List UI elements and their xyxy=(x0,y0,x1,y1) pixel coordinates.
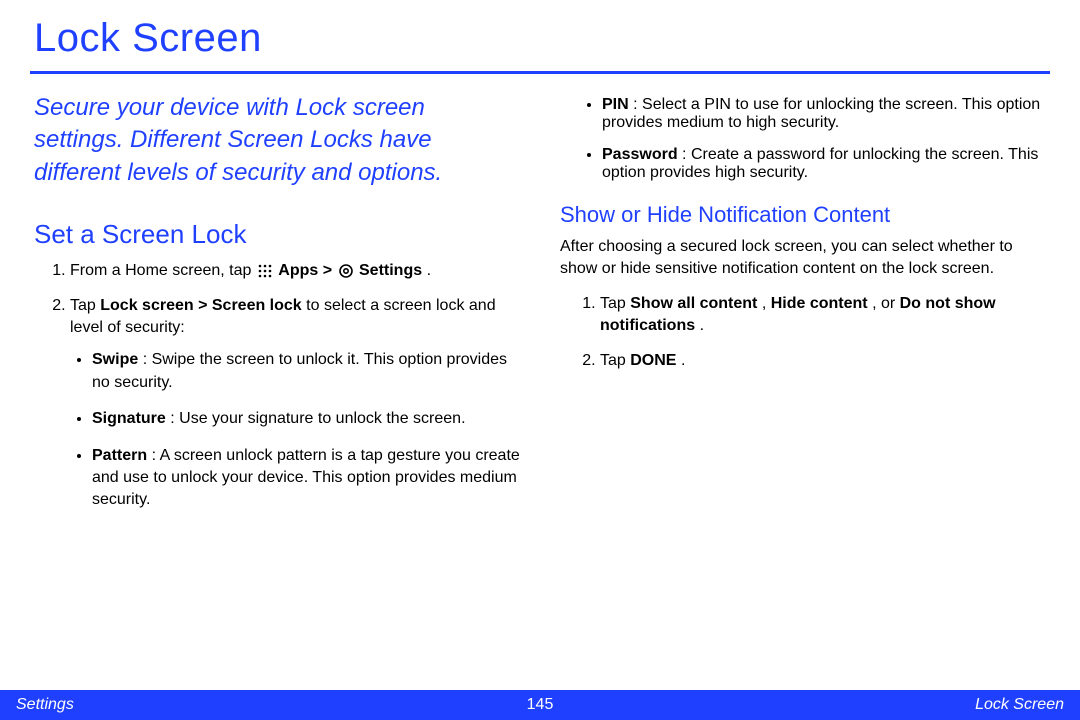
section-heading-set-lock: Set a Screen Lock xyxy=(30,219,520,250)
steps-notifications: Tap Show all content , Hide content , or… xyxy=(560,293,1050,372)
step-bold: Hide content xyxy=(771,295,868,312)
settings-icon xyxy=(338,263,354,279)
footer-page-number: 145 xyxy=(527,696,554,714)
step-bold: DONE xyxy=(630,352,676,369)
option-password: Password : Create a password for unlocki… xyxy=(602,146,1050,182)
option-pin: PIN : Select a PIN to use for unlocking … xyxy=(602,96,1050,132)
option-text: : Select a PIN to use for unlocking the … xyxy=(602,96,1040,131)
option-text: : Use your signature to unlock the scree… xyxy=(170,410,465,427)
step-1: From a Home screen, tap Apps > xyxy=(70,260,520,282)
footer-left: Settings xyxy=(16,696,74,714)
option-label: PIN xyxy=(602,96,629,113)
option-swipe: Swipe : Swipe the screen to unlock it. T… xyxy=(92,349,520,394)
lock-options-list: Swipe : Swipe the screen to unlock it. T… xyxy=(70,349,520,511)
option-label: Swipe xyxy=(92,351,138,368)
option-label: Signature xyxy=(92,410,166,427)
footer-right: Lock Screen xyxy=(975,696,1064,714)
step-text: . xyxy=(681,352,685,369)
apps-label: Apps xyxy=(278,262,318,279)
step-text: Tap xyxy=(600,295,630,312)
left-column: Secure your device with Lock screen sett… xyxy=(30,92,520,526)
page-title: Lock Screen xyxy=(30,10,1050,74)
intro-paragraph: Secure your device with Lock screen sett… xyxy=(30,92,520,189)
step-text: , or xyxy=(872,295,900,312)
step-text: . xyxy=(700,317,704,334)
step-text: Tap xyxy=(600,352,630,369)
settings-label: Settings xyxy=(359,262,422,279)
option-label: Password xyxy=(602,146,678,163)
step-2: Tap DONE . xyxy=(600,350,1050,372)
section-heading-notifications: Show or Hide Notification Content xyxy=(560,202,1050,228)
step-bold: Lock screen > Screen lock xyxy=(100,297,301,314)
step-text: > xyxy=(323,262,337,279)
option-signature: Signature : Use your signature to unlock… xyxy=(92,408,520,430)
notifications-paragraph: After choosing a secured lock screen, yo… xyxy=(560,236,1050,281)
page-footer: Settings 145 Lock Screen xyxy=(0,690,1080,720)
step-text: From a Home screen, tap xyxy=(70,262,256,279)
option-text: : A screen unlock pattern is a tap gestu… xyxy=(92,447,520,509)
lock-options-list-cont: PIN : Select a PIN to use for unlocking … xyxy=(560,96,1050,182)
option-text: : Swipe the screen to unlock it. This op… xyxy=(92,351,507,390)
steps-set-lock: From a Home screen, tap Apps > xyxy=(30,260,520,512)
option-pattern: Pattern : A screen unlock pattern is a t… xyxy=(92,445,520,512)
right-column: PIN : Select a PIN to use for unlocking … xyxy=(560,92,1050,526)
apps-icon xyxy=(257,263,273,279)
step-1: Tap Show all content , Hide content , or… xyxy=(600,293,1050,338)
step-text: . xyxy=(427,262,431,279)
step-text: , xyxy=(762,295,771,312)
content-columns: Secure your device with Lock screen sett… xyxy=(30,92,1050,526)
step-text: Tap xyxy=(70,297,100,314)
manual-page: Lock Screen Secure your device with Lock… xyxy=(0,0,1080,526)
option-label: Pattern xyxy=(92,447,147,464)
step-2: Tap Lock screen > Screen lock to select … xyxy=(70,295,520,512)
step-bold: Show all content xyxy=(630,295,757,312)
